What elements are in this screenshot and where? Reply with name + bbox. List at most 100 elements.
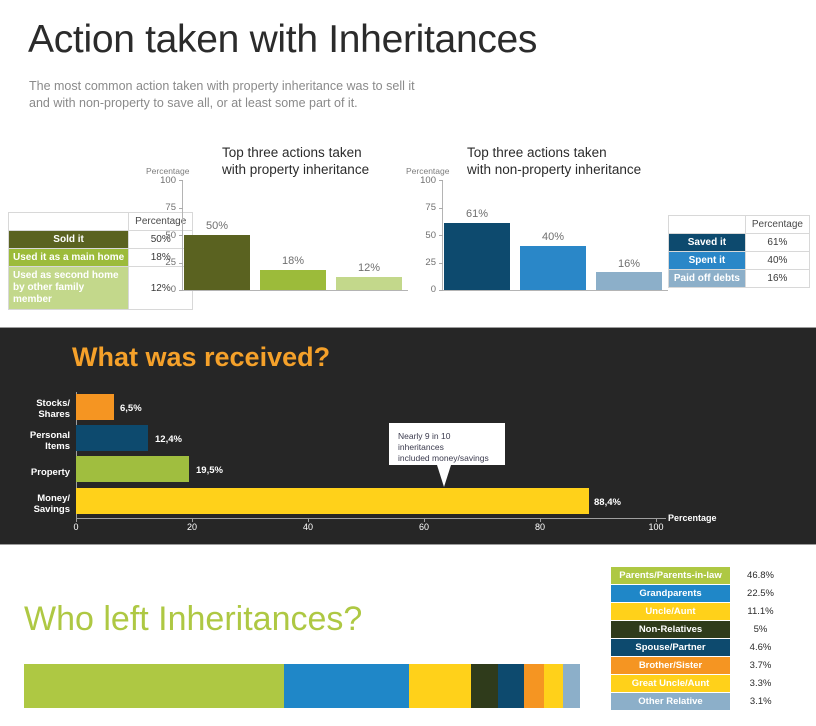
category-label-money-savings: Money/Savings [33,493,70,515]
x-tick-80: 80 [534,522,545,532]
x-tick-40: 40 [302,522,313,532]
received-x-axis-label: Percentage [668,513,717,523]
row-value: 40% [744,251,811,270]
bar-value-main-home: 18% [281,255,305,267]
property-chart-title-line-2: with property inheritance [222,162,370,177]
bar-value-spent-it: 40% [541,231,565,243]
x-tick-60: 60 [418,522,429,532]
hbar-value-stocks-shares: 6,5% [120,403,142,414]
legend-value-spouse-partner: 4.6% [730,638,791,657]
legend-value-grandparents: 22.5% [730,584,791,603]
legend-value-uncle-aunt: 11.1% [730,602,791,621]
bar-spent-it [520,246,586,290]
y-tickmark-50 [439,235,443,236]
row-label: Paid off debts [668,269,746,288]
subtitle-line-2: and with non-property to save all, or at… [29,96,358,110]
nonproperty-chart-title-line-2: with non-property inheritance [467,162,642,177]
hbar-value-property: 19,5% [196,465,223,476]
legend-row: Grandparents 22.5% [610,584,791,603]
legend-row: Uncle/Aunt 11.1% [610,602,791,621]
bar-second-home [336,276,402,290]
row-label: Sold it [7,230,130,249]
property-x-axis [182,290,408,291]
legend-row: Other Relative 3.1% [610,692,791,711]
y-tickmark-75 [179,207,183,209]
stack-segment-parents [24,664,284,708]
stack-segment-uncle-aunt [408,664,471,708]
row-label: Used it as a main home [7,248,130,267]
hbar-money-savings [76,488,589,514]
stack-segment-grandparents [283,664,409,708]
category-label-property: Property [30,467,70,478]
legend-value-brother-sister: 3.7% [730,656,791,675]
stack-segment-spouse-partner [498,664,524,708]
hbar-personal-items [76,425,148,451]
legend-row: Non-Relatives 5% [610,620,791,639]
x-tick-20: 20 [186,522,197,532]
y-tick-0: 0 [430,284,436,295]
received-x-axis [76,518,666,519]
infographic-page: Action taken with Inheritances The most … [0,0,816,726]
hbar-stocks-shares [76,394,114,420]
y-tickmark-50 [179,235,183,236]
y-tickmark-100 [439,180,443,181]
y-tick-100: 100 [160,175,176,186]
legend-row: Brother/Sister 3.7% [610,656,791,675]
bar-sold-it [184,235,250,290]
property-chart-plot: 100 75 50 25 0 50% 18% 12% [150,175,410,295]
x-tick-0: 0 [73,522,79,532]
y-tickmark-100 [179,180,183,181]
y-tick-50: 50 [425,230,436,241]
nonproperty-x-axis [442,290,668,291]
y-tickmark-75 [439,207,443,209]
row-label: Spent it [668,251,746,270]
y-tick-0: 0 [170,284,176,295]
y-tickmark-0 [439,290,443,291]
legend-row: Spouse/Partner 4.6% [610,638,791,657]
y-tick-100: 100 [420,175,436,186]
row-label: Saved it [668,233,746,252]
y-tick-25: 25 [425,257,436,268]
row-label: Used as second home by other family memb… [7,266,130,310]
legend-value-other-relative: 3.1% [730,692,791,711]
nonproperty-chart-title-line-1: Top three actions taken [467,145,607,160]
nonproperty-chart-title: Top three actions taken with non-propert… [467,144,677,178]
nonproperty-actions-table: Percentage Saved it 61% Spent it 40% Pai… [668,215,811,288]
y-tickmark-0 [179,290,183,291]
category-label-stocks-shares: Stocks/Shares [36,398,70,420]
row-value: 61% [744,233,811,252]
hbar-property [76,456,190,482]
header-percentage: Percentage [744,215,811,234]
legend-row: Parents/Parents-in-law 46.8% [610,566,791,585]
stack-segment-great-uncle-aunt [544,664,563,708]
who-left-stacked-bar [24,664,580,708]
legend-label-brother-sister: Brother/Sister [610,656,731,675]
who-left-legend-table: Parents/Parents-in-law 46.8% Grandparent… [610,566,791,711]
table-row: Spent it 40% [668,251,811,270]
callout-box: Nearly 9 in 10 inheritances included mon… [389,423,505,465]
subtitle-line-1: The most common action taken with proper… [29,79,415,93]
legend-label-other-relative: Other Relative [610,692,731,711]
hbar-value-personal-items: 12,4% [155,434,182,445]
stack-segment-other-relative [562,664,580,708]
legend-label-non-relatives: Non-Relatives [610,620,731,639]
y-tickmark-25 [439,262,443,264]
property-chart-title: Top three actions taken with property in… [222,144,412,178]
page-subtitle: The most common action taken with proper… [29,78,415,112]
stack-segment-brother-sister [523,664,545,708]
bar-saved-it [444,222,510,290]
callout-line-1: Nearly 9 in 10 inheritances [398,431,451,452]
property-chart-title-line-1: Top three actions taken [222,145,362,160]
y-tick-25: 25 [165,257,176,268]
y-tickmark-25 [179,262,183,264]
what-was-received-title: What was received? [72,342,331,372]
category-label-personal-items: Personal Items [29,430,70,452]
who-left-title: Who left Inheritances? [24,600,363,638]
callout-pointer [437,465,451,487]
hbar-value-money-savings: 88,4% [594,497,621,508]
y-tick-50: 50 [165,230,176,241]
bar-main-home [260,270,326,290]
legend-row: Great Uncle/Aunt 3.3% [610,674,791,693]
bar-value-paid-off-debts: 16% [617,258,641,270]
legend-value-great-uncle-aunt: 3.3% [730,674,791,693]
